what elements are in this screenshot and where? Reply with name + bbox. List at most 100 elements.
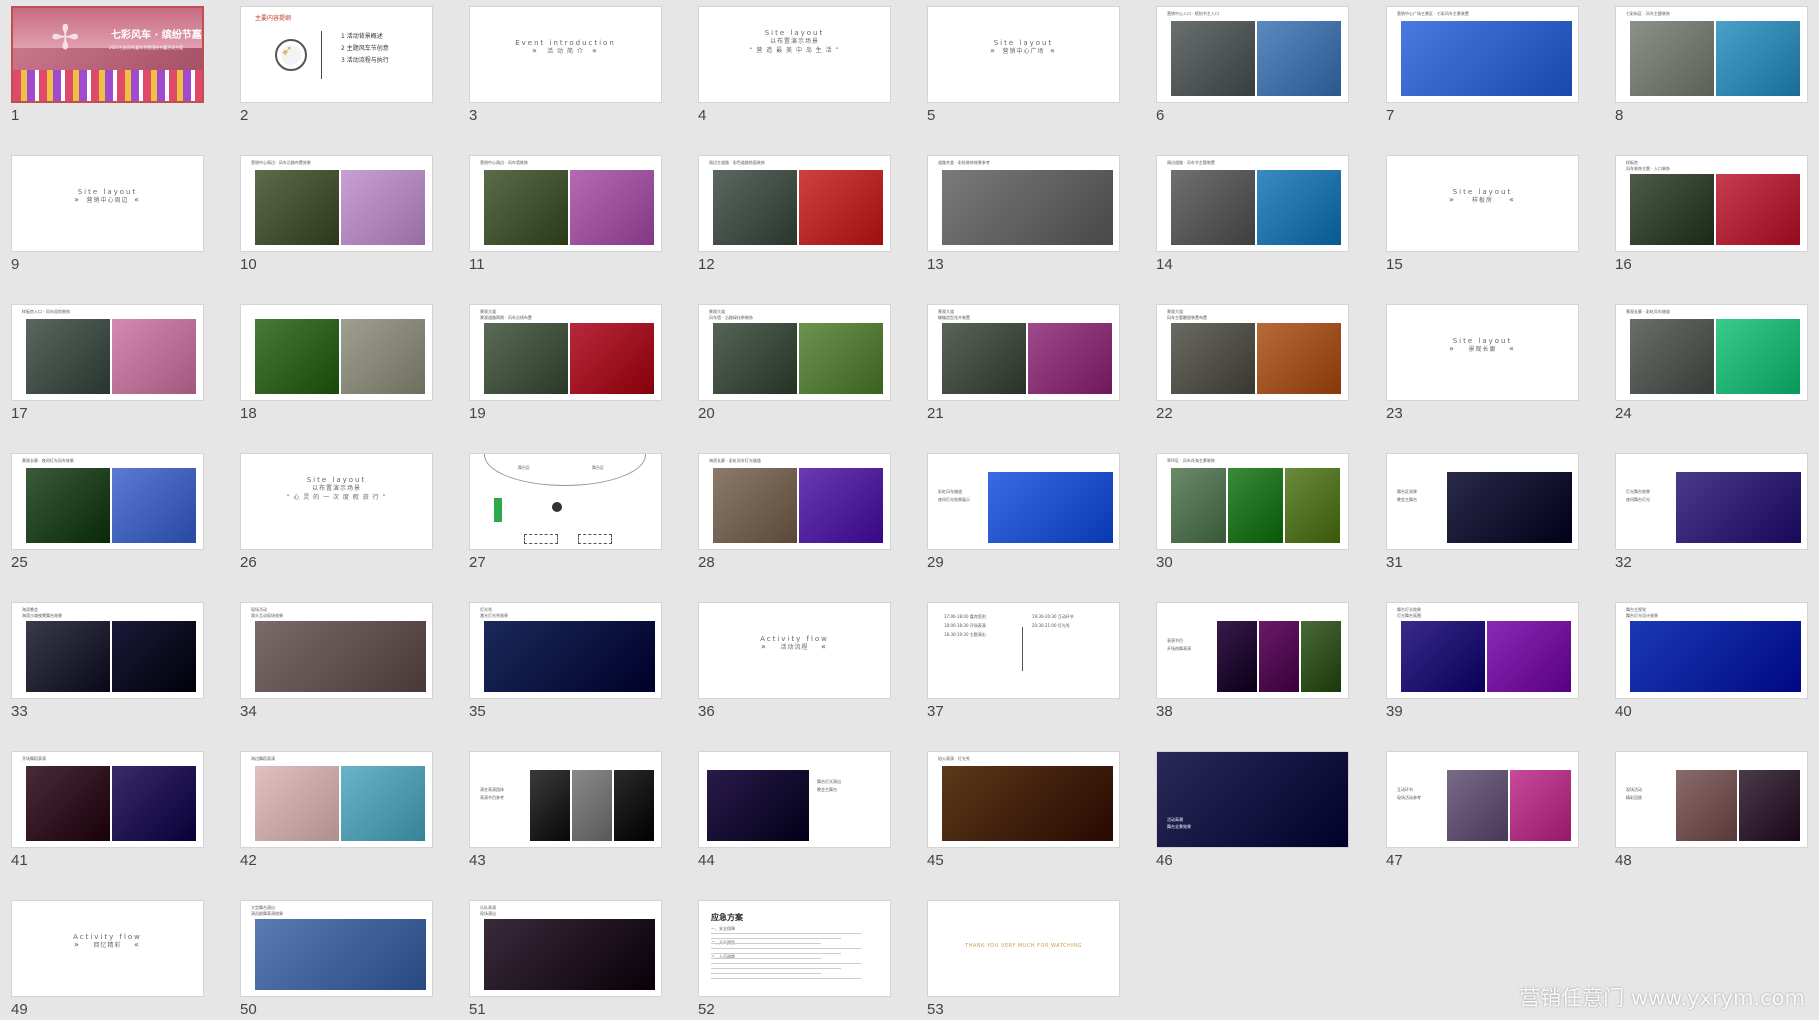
slide-thumbnail-48[interactable]: 现场活动 精彩回顾 [1615,751,1808,848]
body-text-line [711,963,861,964]
slide-thumbnail-4[interactable]: Site layout 以布置演示场景 “ 营 造 最 美 中 岛 生 活 ” [698,6,891,103]
slide-sorter-grid: ✢ 七彩风车 · 缤纷节嘉 2023七彩风车嘉年华暨缤纷节嘉活动方案 1 主要内容提纲 ➶… [0,0,1819,1020]
slide-thumbnail-13[interactable]: 道路井盖 · 彩绘装饰效果参考 [927,155,1120,252]
slide-thumbnail-12[interactable]: 周边主道路 · 彩色道路地面装饰 [698,155,891,252]
slide-text: 夜间舞台灯光 [1626,497,1650,502]
slide-thumbnail-51[interactable]: 乐队表演 现场演出 [469,900,662,997]
slide-thumbnail-47[interactable]: 互动环节 现场活动参考 [1386,751,1579,848]
slide-photo [707,770,809,841]
slide-text: 舞台区效果 [1397,489,1417,494]
slide-thumbnail-50[interactable]: 大型舞台演出 演员群舞表演效果 [240,900,433,997]
slide-thumbnail-27[interactable]: 舞台区 舞台区 [469,453,662,550]
slide-thumbnail-37[interactable]: 17:00-18:00 嘉宾签到 18:00-18:30 开场表演 18:30-19… [927,602,1120,699]
slide-thumbnail-31[interactable]: 舞台区效果 晚会主舞台 [1386,453,1579,550]
slide-thumbnail-34[interactable]: 现场活动 观众互动现场效果 [240,602,433,699]
slide-text: 活 动 简 介 [547,48,584,55]
slide-number: 43 [469,852,486,869]
slide-thumbnail-44[interactable]: 舞台灯光演出 晚会主舞台 [698,751,891,848]
slide-thumbnail-23[interactable]: Site layout 景观长廊 » « [1386,304,1579,401]
slide-thumbnail-42[interactable]: 海边舞蹈表演 [240,751,433,848]
slide-photo [1228,468,1283,543]
slide-thumbnail-11[interactable]: 营销中心周边 · 风车墙装饰 [469,155,662,252]
slide-photo [713,170,797,245]
slide-thumbnail-19[interactable]: 景观大道 景观道路两侧 · 风车沿线布置 [469,304,662,401]
slide-thumbnail-33[interactable]: 海滨晚会 海滨沙滩夜景舞台效果 [11,602,204,699]
slide-photo [112,319,196,394]
slide-text: 海边舞蹈表演 [251,756,275,761]
chevron-left-icon: « [1050,46,1055,55]
slide-number: 23 [1386,405,1403,422]
slide-thumbnail-25[interactable]: 景观长廊 · 夜间灯光风车效果 [11,453,204,550]
slide-number: 28 [698,554,715,571]
slide-thumbnail-32[interactable]: 灯光舞台效果 夜间舞台灯光 [1615,453,1808,550]
slide-number: 9 [11,256,20,273]
slide-number: 46 [1156,852,1173,869]
slide-thumbnail-49[interactable]: Activity flow 回忆精彩 » « [11,900,204,997]
slide-thumbnail-35[interactable]: 灯光秀 激光灯光秀效果 [469,602,662,699]
slide-thumbnail-3[interactable]: Event introduction 活 动 简 介 » « [469,6,662,103]
slide-text: 一、安全保障 [711,926,735,931]
slide-photo [1257,323,1341,394]
slide-thumbnail-46[interactable]: 活动高潮 舞台全景效果 [1156,751,1349,848]
slide-text: 精彩回顾 [1626,795,1642,800]
slide-thumbnail-7[interactable]: 营销中心广场主景区 · 七彩风车主景装置 [1386,6,1579,103]
slide-thumbnail-39[interactable]: 舞台灯光效果 灯光舞台氛围 [1386,602,1579,699]
slide-thumbnail-10[interactable]: 营销中心周边 · 风车沿路布置效果 [240,155,433,252]
slide-photo [1739,770,1800,841]
slide-text: 舞台灯光演出 [817,779,841,784]
slide-number: 10 [240,256,257,273]
chevron-right-icon: » [74,940,79,949]
slide-photo [484,621,655,692]
slide-text: 演艺表演团体 [480,787,504,792]
slide-number: 38 [1156,703,1173,720]
slide-thumbnail-43[interactable]: 演艺表演团体 表演节目参考 [469,751,662,848]
slide-thumbnail-9[interactable]: Site layout 营销中心周边 » « [11,155,204,252]
slide-thumbnail-17[interactable]: 样板房入口 · 风车迎宾装饰 [11,304,204,401]
slide-thumbnail-45[interactable]: 焰火表演 · 灯光秀 [927,751,1120,848]
slide-thumbnail-30[interactable]: 草坪区 · 风车花海主景装饰 [1156,453,1349,550]
slide-thumbnail-6[interactable]: 营销中心入口 · 缤纷节主入口 [1156,6,1349,103]
slide-text: 彩虹风车隧道 [938,489,962,494]
slide-thumbnail-53[interactable]: THANK YOU VERY MUCH FOR WATCHING [927,900,1120,997]
slide-photo [988,472,1113,543]
slide-thumbnail-16[interactable]: 样板房 风车装饰主题 · 入口装饰 [1615,155,1808,252]
slide-thumbnail-1[interactable]: ✢ 七彩风车 · 缤纷节嘉 2023七彩风车嘉年华暨缤纷节嘉活动方案 [11,6,204,103]
cover-flowers [13,70,202,101]
slide-thumbnail-38[interactable]: 表演节目 开场热舞表演 [1156,602,1349,699]
slide-thumbnail-29[interactable]: 彩虹风车隧道 夜间灯光效果展示 [927,453,1120,550]
slide-number: 30 [1156,554,1173,571]
slide-photo [1217,621,1257,692]
slide-thumbnail-2[interactable]: 主要内容提纲 ➶ 1 活动背景概述 2 主题风车节创意 3 活动流程与执行 [240,6,433,103]
slide-thumbnail-18[interactable] [240,304,433,401]
body-text-line [711,953,841,954]
slide-thumbnail-26[interactable]: Site layout 以布置演示场景 “ 心 灵 的 一 次 度 假 旅 行 ” [240,453,433,550]
slide-thumbnail-15[interactable]: Site layout 样板房 » « [1386,155,1579,252]
slide-thumbnail-8[interactable]: 七彩街区 · 风车主题装饰 [1615,6,1808,103]
slide-number: 45 [927,852,944,869]
slide-thumbnail-52[interactable]: 应急方案一、安全保障二、天气预案三、人员疏散 [698,900,891,997]
slide-text: 七彩街区 · 风车主题装饰 [1626,11,1670,16]
slide-number: 50 [240,1001,257,1018]
slide-photo [341,766,425,841]
slide-number: 48 [1615,852,1632,869]
slide-thumbnail-14[interactable]: 周边道路 · 风车节主题装置 [1156,155,1349,252]
slide-thumbnail-21[interactable]: 景观大道 蝴蝶造型花卉装置 [927,304,1120,401]
slide-thumbnail-40[interactable]: 舞台主视觉 舞台灯光设计效果 [1615,602,1808,699]
slide-photo [942,170,1113,245]
slide-number: 52 [698,1001,715,1018]
slide-thumbnail-41[interactable]: 开场舞蹈表演 [11,751,204,848]
slide-number: 14 [1156,256,1173,273]
green-marker [494,498,502,522]
slide-text: 周边主道路 · 彩色道路地面装饰 [709,160,765,165]
divider-line [321,31,322,79]
slide-thumbnail-24[interactable]: 景观长廊 · 彩虹风车隧道 [1615,304,1808,401]
slide-thumbnail-28[interactable]: 海滨长廊 · 彩虹风车灯光隧道 [698,453,891,550]
slide-text: 蝴蝶造型花卉装置 [938,315,970,320]
slide-text: 晚会主舞台 [817,787,837,792]
slide-photo [1630,21,1714,96]
slide-thumbnail-20[interactable]: 景观大道 风车墙 · 沿路绿化带装饰 [698,304,891,401]
slide-thumbnail-22[interactable]: 景观大道 风车主题雕塑装置布置 [1156,304,1349,401]
slide-thumbnail-36[interactable]: Activity flow 活动流程 » « [698,602,891,699]
slide-text: 18:00-18:30 开场表演 [944,623,986,628]
slide-thumbnail-5[interactable]: Site layout 营销中心广场 » « [927,6,1120,103]
